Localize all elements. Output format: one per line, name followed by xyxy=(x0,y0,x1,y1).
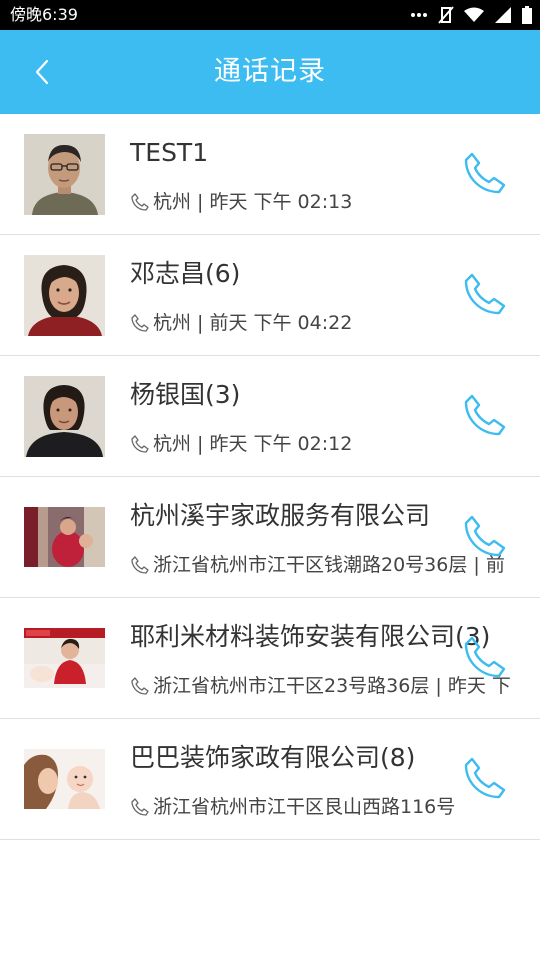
phone-call-icon xyxy=(464,515,506,557)
call-log-row[interactable]: 杨银国(3) 杭州 | 昨天 下午 02:12 xyxy=(0,356,540,477)
phone-outline-icon xyxy=(131,677,149,695)
battery-icon xyxy=(522,6,532,24)
phone-outline-icon xyxy=(131,314,149,332)
call-detail: 杭州 | 昨天 下午 02:12 xyxy=(130,430,352,458)
mother-baby-photo xyxy=(24,749,105,809)
contact-name: 耶利米材料装饰安装有限公司(3) xyxy=(130,622,491,651)
phone-call-icon xyxy=(464,152,506,194)
call-detail: 浙江省杭州市江干区艮山西路116号 xyxy=(130,793,455,821)
back-button[interactable] xyxy=(22,52,62,92)
contact-name: TEST1 xyxy=(130,138,209,167)
contact-name: 杭州溪宇家政服务有限公司 xyxy=(130,501,431,530)
dial-button[interactable] xyxy=(462,150,508,196)
phone-call-icon xyxy=(464,757,506,799)
contact-name: 巴巴装饰家政有限公司(8) xyxy=(130,743,416,772)
call-log-row[interactable]: 杭州溪宇家政服务有限公司 浙江省杭州市江干区钱潮路20号36层 | 前 xyxy=(0,477,540,598)
app-header: 通话记录 xyxy=(0,30,540,114)
call-detail-text: 浙江省杭州市江干区钱潮路20号36层 | 前 xyxy=(153,554,505,576)
avatar xyxy=(24,376,105,457)
phone-outline-icon xyxy=(131,556,149,574)
chevron-left-icon xyxy=(35,59,49,85)
status-bar: 傍晚6:39 xyxy=(0,0,540,30)
call-detail: 杭州 | 昨天 下午 02:13 xyxy=(130,188,352,216)
dial-button[interactable] xyxy=(462,271,508,317)
call-detail-text: 浙江省杭州市江干区艮山西路116号 xyxy=(153,796,456,818)
housekeeping-photo xyxy=(24,507,105,567)
call-detail-text: 杭州 | 昨天 下午 02:12 xyxy=(153,433,353,455)
wifi-icon xyxy=(464,7,484,22)
signal-muted-icon xyxy=(438,6,454,24)
phone-outline-icon xyxy=(131,435,149,453)
more-dots-icon xyxy=(411,13,427,17)
call-detail: 杭州 | 前天 下午 04:22 xyxy=(130,309,352,337)
call-detail-text: 浙江省杭州市江干区23号路36层 | 昨天 下 xyxy=(153,675,511,697)
phone-call-icon xyxy=(464,394,506,436)
man-portrait xyxy=(24,134,105,215)
avatar xyxy=(24,134,105,215)
call-detail: 浙江省杭州市江干区23号路36层 | 昨天 下 xyxy=(130,672,511,700)
phone-call-icon xyxy=(464,273,506,315)
woman-portrait xyxy=(24,255,105,336)
contact-name: 邓志昌(6) xyxy=(130,259,241,288)
phone-outline-icon xyxy=(131,193,149,211)
call-log-row[interactable]: TEST1 杭州 | 昨天 下午 02:13 xyxy=(0,114,540,235)
dial-button[interactable] xyxy=(462,634,508,680)
phone-call-icon xyxy=(464,636,506,678)
call-list: TEST1 杭州 | 昨天 下午 02:13 邓志昌(6) 杭州 | 前天 下午 xyxy=(0,114,540,840)
call-detail-text: 杭州 | 昨天 下午 02:13 xyxy=(153,191,353,213)
call-detail: 浙江省杭州市江干区钱潮路20号36层 | 前 xyxy=(130,551,505,579)
avatar xyxy=(24,749,105,809)
avatar xyxy=(24,507,105,567)
call-log-row[interactable]: 耶利米材料装饰安装有限公司(3) 浙江省杭州市江干区23号路36层 | 昨天 下 xyxy=(0,598,540,719)
cell-signal-icon xyxy=(495,7,511,23)
page-title: 通话记录 xyxy=(214,56,326,87)
dial-button[interactable] xyxy=(462,755,508,801)
dial-button[interactable] xyxy=(462,392,508,438)
avatar xyxy=(24,628,105,688)
woman-portrait-dark xyxy=(24,376,105,457)
dial-button[interactable] xyxy=(462,513,508,559)
status-icons xyxy=(410,5,532,25)
nanny-photo xyxy=(24,628,105,688)
contact-name: 杨银国(3) xyxy=(130,380,241,409)
status-time: 傍晚6:39 xyxy=(10,5,78,24)
phone-outline-icon xyxy=(131,798,149,816)
call-log-row[interactable]: 邓志昌(6) 杭州 | 前天 下午 04:22 xyxy=(0,235,540,356)
call-log-row[interactable]: 巴巴装饰家政有限公司(8) 浙江省杭州市江干区艮山西路116号 xyxy=(0,719,540,840)
call-detail-text: 杭州 | 前天 下午 04:22 xyxy=(153,312,353,334)
avatar xyxy=(24,255,105,336)
